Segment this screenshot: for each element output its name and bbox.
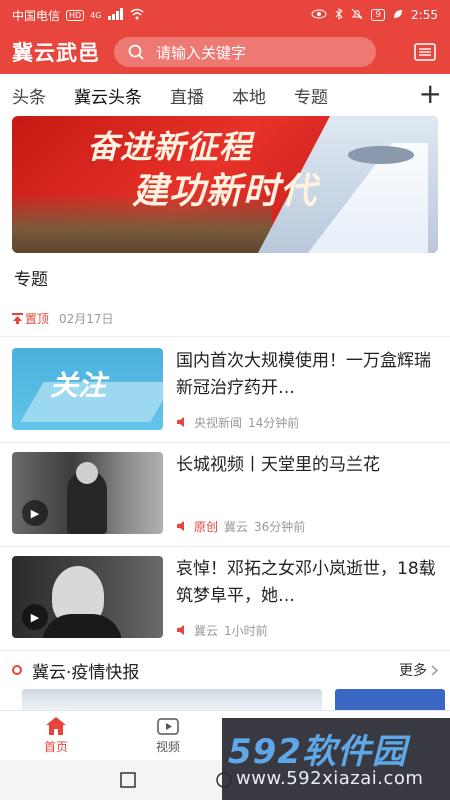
news-time: 14分钟前 <box>248 416 300 430</box>
news-feed: 奋进新征程 建功新时代 专题 置顶 02月17日 关注 国内首次大规模使用！一万… <box>0 116 450 710</box>
tab-topics[interactable]: 专题 <box>294 83 328 108</box>
pinned-date: 02月17日 <box>59 312 114 326</box>
banner-slogan-2: 建功新时代 <box>132 170 318 212</box>
news-source: 冀云 <box>224 520 249 534</box>
nav-home[interactable]: 首页 <box>0 711 112 760</box>
tab-live[interactable]: 直播 <box>170 83 204 108</box>
original-tag: 原创 <box>194 520 219 534</box>
news-thumbnail: ▶ <box>12 452 163 534</box>
mute-icon <box>351 8 363 23</box>
battery-indicator: 9 <box>371 9 386 21</box>
banner-image[interactable]: 奋进新征程 建功新时代 <box>12 116 438 253</box>
news-item[interactable]: 关注 国内首次大规模使用！一万盒辉瑞新冠治疗药开… 央视新闻 14分钟前 <box>12 348 438 434</box>
search-placeholder: 请输入关键字 <box>156 43 247 62</box>
app-title: 冀云武邑 <box>12 40 100 65</box>
news-source: 冀云 <box>194 624 219 638</box>
speaker-icon <box>176 624 188 638</box>
clock-time: 2:55 <box>411 8 438 22</box>
signal-icon <box>107 7 124 23</box>
channel-tabs: 头条 冀云头条 直播 本地 专题 + <box>0 74 450 116</box>
news-item[interactable]: ▶ 哀悼！邓拓之女邓小岚逝世，18载筑梦阜平，她… 冀云 1小时前 <box>12 556 438 642</box>
pin-icon <box>12 313 23 324</box>
news-title: 哀悼！邓拓之女邓小岚逝世，18载筑梦阜平，她… <box>176 559 436 606</box>
epidemic-card-image[interactable] <box>335 689 445 710</box>
nav-home-label: 首页 <box>43 740 68 754</box>
banner-tower <box>348 146 414 164</box>
section-label: 专题 <box>14 270 48 290</box>
tab-local[interactable]: 本地 <box>232 83 266 108</box>
pinned-meta: 置顶 02月17日 <box>12 310 114 327</box>
divider <box>0 336 450 337</box>
news-title: 长城视频丨天堂里的马兰花 <box>176 455 380 475</box>
speaker-icon <box>176 520 188 534</box>
news-thumbnail: ▶ <box>12 556 163 638</box>
status-bar: 中国电信 HD 4G 9 2:55 <box>0 0 450 30</box>
epidemic-title: 冀云·疫情快报 <box>32 662 140 683</box>
divider <box>0 546 450 547</box>
video-icon <box>157 718 179 735</box>
section-dot-icon <box>12 665 22 675</box>
thumb-face <box>76 462 98 484</box>
more-link[interactable]: 更多 <box>399 660 438 680</box>
thumb-text: 关注 <box>50 369 107 402</box>
hd-badge: HD <box>66 9 85 21</box>
add-channel-icon[interactable]: + <box>419 80 442 108</box>
wifi-icon <box>130 8 144 23</box>
divider <box>0 442 450 443</box>
epidemic-section-header: 冀云·疫情快报 更多 <box>0 653 450 687</box>
news-meta: 原创 冀云 36分钟前 <box>176 518 305 535</box>
play-icon[interactable]: ▶ <box>22 604 48 630</box>
thumb-shoulders <box>42 614 122 638</box>
leaf-icon <box>393 8 403 22</box>
news-meta: 冀云 1小时前 <box>176 622 268 639</box>
news-time: 1小时前 <box>224 624 268 638</box>
news-item[interactable]: ▶ 长城视频丨天堂里的马兰花 原创 冀云 36分钟前 <box>12 452 438 538</box>
tab-headlines[interactable]: 头条 <box>12 83 46 108</box>
pinned-tag: 置顶 <box>12 310 49 327</box>
network-text: 4G <box>90 10 102 20</box>
watermark-brand: 592软件园 <box>228 732 407 772</box>
watermark-url: www.592xiazai.com <box>236 768 424 789</box>
nav-video-label: 视频 <box>155 740 180 754</box>
nav-video[interactable]: 视频 <box>112 711 224 760</box>
eye-icon <box>311 8 327 22</box>
news-meta: 央视新闻 14分钟前 <box>176 414 299 431</box>
more-label: 更多 <box>399 663 427 679</box>
search-icon <box>128 44 144 60</box>
search-input[interactable]: 请输入关键字 <box>114 37 376 67</box>
bluetooth-icon <box>335 7 344 23</box>
news-title: 国内首次大规模使用！一万盒辉瑞新冠治疗药开… <box>176 351 431 398</box>
news-source: 央视新闻 <box>194 416 243 430</box>
pinned-label: 置顶 <box>25 312 50 326</box>
play-icon[interactable]: ▶ <box>22 500 48 526</box>
watermark-logo: 592软件园 www.592xiazai.com <box>222 718 450 800</box>
speaker-icon <box>176 416 188 430</box>
tab-jiyun-headlines[interactable]: 冀云头条 <box>74 83 142 108</box>
newspaper-icon[interactable] <box>412 41 438 63</box>
app-header: 冀云武邑 请输入关键字 <box>0 30 450 74</box>
divider <box>0 650 450 651</box>
chevron-right-icon <box>431 664 438 676</box>
epidemic-card-image[interactable] <box>22 689 322 710</box>
recent-apps-icon[interactable] <box>120 772 136 788</box>
carrier-text: 中国电信 <box>12 8 61 23</box>
news-time: 36分钟前 <box>254 520 306 534</box>
news-thumbnail: 关注 <box>12 348 163 430</box>
home-icon <box>46 717 66 735</box>
